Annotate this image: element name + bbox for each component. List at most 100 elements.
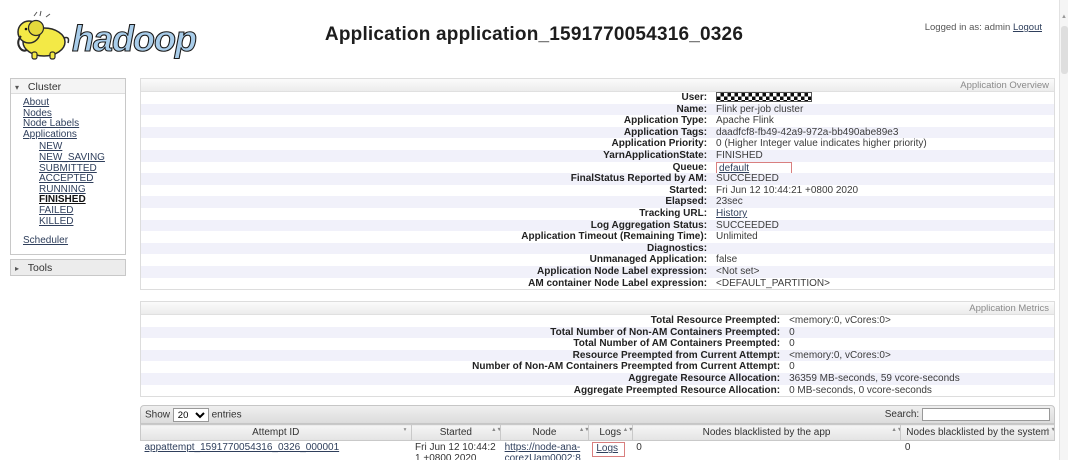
sidebar-item-new[interactable]: NEW bbox=[39, 141, 62, 152]
sort-icon[interactable]: ▲▼ bbox=[891, 428, 898, 433]
annotation-box: default bbox=[716, 162, 792, 174]
user-redacted-value bbox=[716, 92, 812, 102]
sidebar-item-node-labels[interactable]: Node Labels bbox=[23, 118, 79, 129]
metric-row-total-resource-preempted: Total Resource Preempted:<memory:0, vCor… bbox=[141, 315, 1054, 327]
overview-section-title: Application Overview bbox=[141, 79, 1054, 92]
tracking-url-history-link[interactable]: History bbox=[716, 208, 747, 219]
search-control: Search: bbox=[885, 408, 1050, 421]
field-value: 0 MB-seconds, 0 vcore-seconds bbox=[780, 385, 932, 396]
field-value: <memory:0, vCores:0> bbox=[780, 350, 891, 361]
sidebar-item-about[interactable]: About bbox=[23, 97, 49, 108]
sidebar-item-applications[interactable]: Applications bbox=[23, 129, 77, 140]
column-header-nodes-blacklisted-app[interactable]: Nodes blacklisted by the app ▲▼ bbox=[632, 425, 901, 441]
field-value: 0 bbox=[780, 338, 795, 349]
logged-in-as-text: Logged in as: admin bbox=[925, 22, 1011, 33]
field-label: Log Aggregation Status: bbox=[141, 220, 707, 232]
sidebar-item-accepted[interactable]: ACCEPTED bbox=[39, 173, 93, 184]
main-content: Application Overview User: Name:Flink pe… bbox=[140, 78, 1055, 460]
sort-icon[interactable]: ▲▼ bbox=[491, 428, 498, 433]
sidebar-section-cluster[interactable]: ▾ Cluster bbox=[11, 79, 125, 94]
field-row-log-aggregation-status: Log Aggregation Status:SUCCEEDED bbox=[141, 220, 1054, 232]
sidebar-section-tools[interactable]: ▸ Tools bbox=[10, 259, 126, 276]
column-header-nodes-blacklisted-system[interactable]: Nodes blacklisted by the system ▲▼ bbox=[901, 425, 1055, 441]
overview-rows: User: Name:Flink per-job cluster Applica… bbox=[141, 92, 1054, 289]
field-label: Total Resource Preempted: bbox=[141, 315, 780, 327]
field-row-started: Started:Fri Jun 12 10:44:21 +0800 2020 bbox=[141, 185, 1054, 197]
sidebar-item-new-saving[interactable]: NEW_SAVING bbox=[39, 152, 105, 163]
sidebar-item-running[interactable]: RUNNING bbox=[39, 184, 86, 195]
field-value: 0 bbox=[780, 361, 795, 372]
sidebar-item-nodes[interactable]: Nodes bbox=[23, 108, 52, 119]
field-label: Application Priority: bbox=[141, 138, 707, 150]
field-value: 0 bbox=[780, 327, 795, 338]
expand-triangle-icon: ▸ bbox=[15, 264, 25, 273]
field-value: 36359 MB-seconds, 59 vcore-seconds bbox=[780, 373, 960, 384]
field-row-name: Name:Flink per-job cluster bbox=[141, 104, 1054, 116]
field-row-elapsed: Elapsed:23sec bbox=[141, 196, 1054, 208]
field-value bbox=[707, 243, 716, 254]
field-value: FINISHED bbox=[707, 150, 763, 161]
field-row-diagnostics: Diagnostics: bbox=[141, 243, 1054, 255]
field-value: daadfcf8-fb49-42a9-972a-bb490abe89e3 bbox=[707, 127, 898, 138]
metric-row-resource-preempted-current-attempt: Resource Preempted from Current Attempt:… bbox=[141, 350, 1054, 362]
column-header-node[interactable]: Node ▲▼ bbox=[501, 425, 589, 441]
field-label: Elapsed: bbox=[141, 196, 707, 208]
sort-icon[interactable]: ▾ bbox=[402, 428, 409, 433]
sidebar-item-failed[interactable]: FAILED bbox=[39, 205, 73, 216]
column-header-started[interactable]: Started ▲▼ bbox=[411, 425, 501, 441]
search-label: Search: bbox=[885, 409, 919, 420]
application-overview-section: Application Overview User: Name:Flink pe… bbox=[140, 78, 1055, 290]
field-label: YarnApplicationState: bbox=[141, 150, 707, 162]
field-label: Application Timeout (Remaining Time): bbox=[141, 231, 707, 243]
sidebar-item-killed[interactable]: KILLED bbox=[39, 216, 73, 227]
column-header-logs[interactable]: Logs ▲▼ bbox=[588, 425, 632, 441]
search-input[interactable] bbox=[922, 408, 1050, 421]
field-label: Resource Preempted from Current Attempt: bbox=[141, 350, 780, 362]
logout-link[interactable]: Logout bbox=[1013, 22, 1042, 33]
sidebar-item-submitted[interactable]: SUBMITTED bbox=[39, 163, 97, 174]
column-header-attempt-id[interactable]: Attempt ID ▾ bbox=[141, 425, 412, 441]
logs-link[interactable]: Logs bbox=[596, 443, 618, 454]
metric-row-am-containers-preempted: Total Number of AM Containers Preempted:… bbox=[141, 338, 1054, 350]
scroll-up-icon[interactable]: ▲ bbox=[1060, 14, 1068, 20]
attempt-id-link[interactable]: appattempt_1591770054316_0326_000001 bbox=[145, 442, 340, 453]
field-label: Name: bbox=[141, 104, 707, 116]
sort-icon[interactable]: ▲▼ bbox=[1045, 428, 1052, 433]
field-value: 0 (Higher Integer value indicates higher… bbox=[707, 138, 927, 149]
field-value: false bbox=[707, 254, 737, 265]
cluster-nav-box: ▾ Cluster About Nodes Node Labels Applic… bbox=[10, 78, 126, 255]
field-value: SUCCEEDED bbox=[707, 173, 779, 184]
tools-section-title: Tools bbox=[28, 262, 53, 274]
field-row-user: User: bbox=[141, 92, 1054, 104]
sidebar-item-finished[interactable]: FINISHED bbox=[39, 194, 86, 205]
field-label: Aggregate Resource Allocation: bbox=[141, 373, 780, 385]
metric-row-aggregate-preempted-allocation: Aggregate Preempted Resource Allocation:… bbox=[141, 385, 1054, 397]
field-row-am-node-label-expression: AM container Node Label expression:<DEFA… bbox=[141, 278, 1054, 290]
field-row-application-priority: Application Priority:0 (Higher Integer v… bbox=[141, 138, 1054, 150]
field-label: Aggregate Preempted Resource Allocation: bbox=[141, 385, 780, 397]
vertical-scrollbar[interactable]: ▲ bbox=[1059, 0, 1068, 460]
field-value: <Not set> bbox=[707, 266, 759, 277]
scrollbar-thumb[interactable] bbox=[1061, 26, 1068, 74]
application-states-list: NEW NEW_SAVING SUBMITTED ACCEPTED RUNNIN… bbox=[39, 142, 125, 227]
field-label: Queue: bbox=[141, 162, 707, 174]
node-link[interactable]: https://node-ana-corezUam0002:8044 bbox=[505, 442, 581, 460]
field-value: SUCCEEDED bbox=[707, 220, 779, 231]
field-label: Number of Non-AM Containers Preempted fr… bbox=[141, 361, 780, 373]
sort-icon[interactable]: ▲▼ bbox=[579, 428, 586, 433]
field-label: Application Tags: bbox=[141, 127, 707, 139]
field-label: Diagnostics: bbox=[141, 243, 707, 255]
field-value: <DEFAULT_PARTITION> bbox=[707, 278, 830, 289]
sort-icon[interactable]: ▲▼ bbox=[623, 428, 630, 433]
field-row-unmanaged-application: Unmanaged Application:false bbox=[141, 254, 1054, 266]
queue-link[interactable]: default bbox=[719, 163, 749, 174]
field-row-tracking-url: Tracking URL: History bbox=[141, 208, 1054, 220]
table-toolbar: Show 20 entries Search: bbox=[140, 405, 1055, 424]
sidebar-item-scheduler[interactable]: Scheduler bbox=[23, 235, 68, 246]
page-size-select[interactable]: 20 bbox=[173, 408, 209, 422]
field-label: Tracking URL: bbox=[141, 208, 707, 220]
metric-row-non-am-preempted-current-attempt: Number of Non-AM Containers Preempted fr… bbox=[141, 361, 1054, 373]
cluster-nav-list: About Nodes Node Labels Applications bbox=[23, 98, 125, 140]
top-bar: hadoop Application application_159177005… bbox=[0, 0, 1068, 72]
metric-row-non-am-containers-preempted: Total Number of Non-AM Containers Preemp… bbox=[141, 327, 1054, 339]
